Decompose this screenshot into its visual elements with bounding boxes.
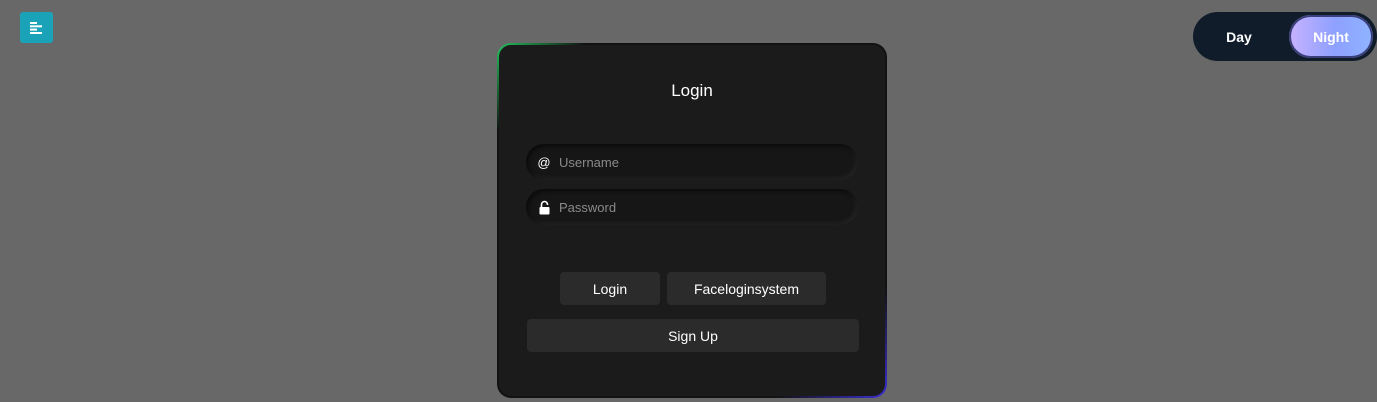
face-login-button[interactable]: Faceloginsystem bbox=[667, 272, 826, 305]
at-sign-icon: @ bbox=[537, 154, 551, 170]
login-button[interactable]: Login bbox=[560, 272, 660, 305]
theme-day-option[interactable]: Day bbox=[1193, 12, 1285, 61]
password-input[interactable] bbox=[559, 199, 839, 215]
page-title: Login bbox=[671, 81, 713, 100]
lock-icon bbox=[536, 199, 552, 215]
menu-align-left-icon bbox=[29, 21, 42, 34]
login-card: Login @ Login Faceloginsystem Sign Up bbox=[497, 43, 887, 398]
username-input[interactable] bbox=[559, 154, 839, 170]
login-card-body: Login @ Login Faceloginsystem Sign Up bbox=[499, 45, 885, 396]
signup-button[interactable]: Sign Up bbox=[527, 319, 859, 352]
menu-button[interactable] bbox=[20, 12, 53, 43]
theme-night-option[interactable]: Night bbox=[1289, 15, 1373, 58]
theme-toggle[interactable]: Day Night bbox=[1193, 12, 1377, 61]
username-field[interactable]: @ bbox=[526, 144, 858, 180]
password-field[interactable] bbox=[526, 189, 858, 225]
